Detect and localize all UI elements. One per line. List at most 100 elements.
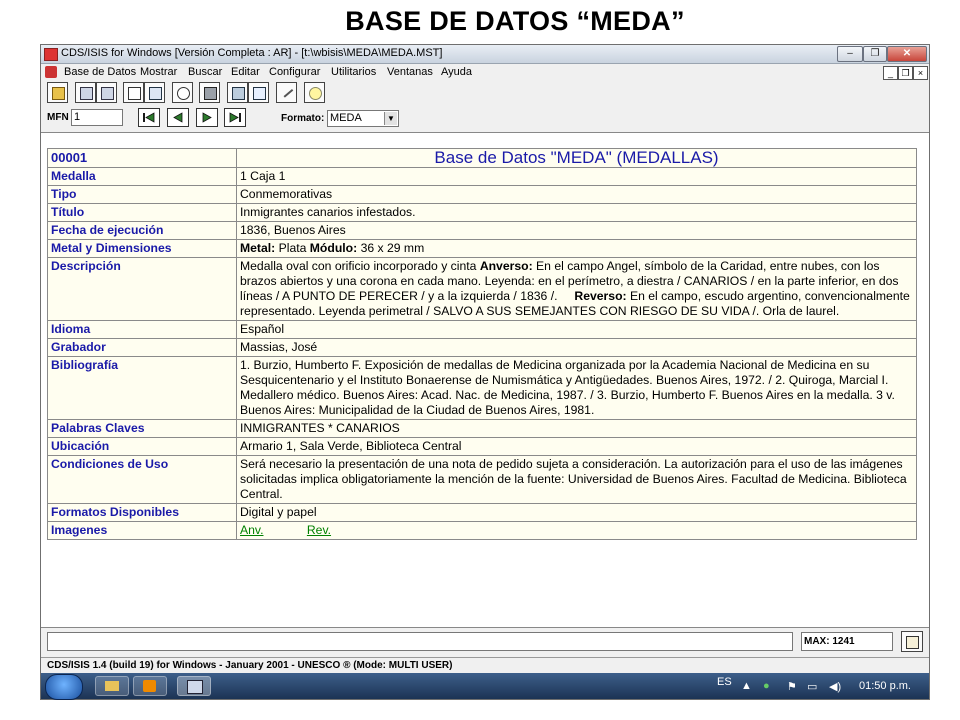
display-icon[interactable]: ▭ (807, 680, 817, 693)
field-row: Título Inmigrantes canarios infestados. (47, 203, 917, 222)
taskbar-cdsisis[interactable] (177, 676, 211, 696)
show-hidden-icons-icon[interactable]: ▲ (741, 680, 752, 692)
volume-icon[interactable]: ◀) (829, 680, 841, 693)
field-value: INMIGRANTES * CANARIOS (236, 419, 917, 438)
menu-ventanas[interactable]: Ventanas (387, 66, 433, 78)
field-row: Imagenes Anv. Rev. (47, 521, 917, 540)
network-icon[interactable]: ● (763, 680, 770, 692)
record-title: Base de Datos "MEDA" (MEDALLAS) (236, 148, 917, 168)
slide-title: BASE DE DATOS “MEDA” (345, 6, 685, 36)
taskbar-media-player[interactable] (133, 676, 167, 696)
field-row: Bibliografía 1. Burzio, Humberto F. Expos… (47, 356, 917, 420)
version-bar: CDS/ISIS 1.4 (build 19) for Windows - Ja… (41, 657, 929, 674)
next-icon (202, 112, 212, 123)
print-icon (101, 87, 114, 100)
field-value: 1. Burzio, Humberto F. Exposición de med… (236, 356, 917, 420)
menu-configurar[interactable]: Configurar (269, 66, 320, 78)
copy-button[interactable] (144, 82, 165, 103)
format-select[interactable]: MEDA ▼ (327, 110, 399, 127)
field-row: Grabador Massias, José (47, 338, 917, 357)
mdi-close-button[interactable]: × (913, 66, 928, 80)
search-icon (177, 87, 190, 100)
field-value: Será necesario la presentación de una no… (236, 455, 917, 504)
field-value: Armario 1, Sala Verde, Biblioteca Centra… (236, 437, 917, 456)
printer-button[interactable] (199, 82, 220, 103)
mfn-input[interactable]: 1 (71, 109, 123, 126)
lightbulb-icon (309, 87, 322, 100)
folder-icon (105, 681, 119, 691)
previous-icon (173, 112, 183, 123)
field-label: Formatos Disponibles (47, 503, 237, 522)
search-button[interactable] (172, 82, 193, 103)
anverso-image-link[interactable]: Anv. (240, 523, 263, 537)
restore-button[interactable]: ❐ (863, 46, 887, 62)
open-button[interactable] (47, 82, 68, 103)
print-record-button[interactable] (75, 82, 96, 103)
field-row: Palabras Claves INMIGRANTES * CANARIOS (47, 419, 917, 438)
taskbar-explorer[interactable] (95, 676, 129, 696)
anverso-label: Anverso: (479, 259, 533, 273)
menu-utilitarios[interactable]: Utilitarios (331, 66, 376, 78)
field-row: Idioma Español (47, 320, 917, 339)
mdi-restore-button[interactable]: ❐ (898, 66, 913, 80)
first-record-button[interactable] (138, 108, 160, 127)
field-value: Inmigrantes canarios infestados. (236, 203, 917, 222)
start-button[interactable] (45, 674, 83, 700)
images-value: Anv. Rev. (236, 521, 917, 540)
menu-base-de-datos[interactable]: Base de Datos (64, 66, 136, 78)
menu-ayuda[interactable]: Ayuda (441, 66, 472, 78)
window-title: CDS/ISIS for Windows [Versión Completa :… (61, 47, 443, 59)
open-folder-icon (52, 87, 65, 100)
flag-icon[interactable]: ⚑ (787, 680, 797, 693)
close-button[interactable]: ✕ (887, 46, 927, 62)
status-message-field (47, 632, 793, 651)
book-button[interactable] (901, 631, 923, 652)
help-button[interactable] (304, 82, 325, 103)
last-record-button[interactable] (224, 108, 246, 127)
max-count: MAX: 1241 (801, 632, 893, 651)
print-list-button[interactable] (96, 82, 117, 103)
mfn-label: MFN (47, 112, 69, 123)
minimize-button[interactable]: ‒ (837, 46, 863, 62)
reverso-image-link[interactable]: Rev. (307, 523, 331, 537)
field-label: Metal y Dimensiones (47, 239, 237, 258)
status-area: MAX: 1241 (41, 627, 929, 656)
document-icon (45, 66, 57, 78)
field-value: Español (236, 320, 917, 339)
field-label: Bibliografía (47, 356, 237, 420)
field-label: Imagenes (47, 521, 237, 540)
menu-bar: Base de Datos Mostrar Buscar Editar Conf… (41, 64, 929, 81)
toolbar (41, 81, 929, 107)
field-row: Metal y Dimensiones Metal: Plata Módulo:… (47, 239, 917, 258)
record-table: 00001 Base de Datos "MEDA" (MEDALLAS) Me… (47, 148, 917, 540)
menu-buscar[interactable]: Buscar (188, 66, 222, 78)
edit-button[interactable] (248, 82, 269, 103)
field-row: Medalla 1 Caja 1 (47, 167, 917, 186)
field-row: Descripción Medalla oval con orificio in… (47, 257, 917, 321)
first-icon (143, 112, 155, 123)
field-label: Idioma (47, 320, 237, 339)
field-label: Descripción (47, 257, 237, 321)
field-row: Condiciones de Uso Será necesario la pres… (47, 455, 917, 504)
record-display: 00001 Base de Datos "MEDA" (MEDALLAS) Me… (41, 132, 929, 627)
language-indicator[interactable]: ES (717, 676, 732, 688)
clock[interactable]: 01:50 p.m. (859, 680, 911, 692)
mdi-minimize-button[interactable]: _ (883, 66, 898, 80)
next-record-button[interactable] (196, 108, 218, 127)
field-label: Grabador (47, 338, 237, 357)
form-button[interactable] (227, 82, 248, 103)
book-icon (906, 636, 919, 649)
pencil-button[interactable] (276, 82, 297, 103)
field-value: 1 Caja 1 (236, 167, 917, 186)
printer-icon (204, 87, 217, 100)
field-label: Ubicación (47, 437, 237, 456)
clipboard-button[interactable] (123, 82, 144, 103)
menu-editar[interactable]: Editar (231, 66, 260, 78)
metal-value: Plata (278, 241, 307, 255)
clipboard-icon (128, 87, 141, 100)
menu-mostrar[interactable]: Mostrar (140, 66, 177, 78)
field-row: Tipo Conmemorativas (47, 185, 917, 204)
previous-record-button[interactable] (167, 108, 189, 127)
cdsisis-icon (187, 680, 203, 694)
field-label: Título (47, 203, 237, 222)
